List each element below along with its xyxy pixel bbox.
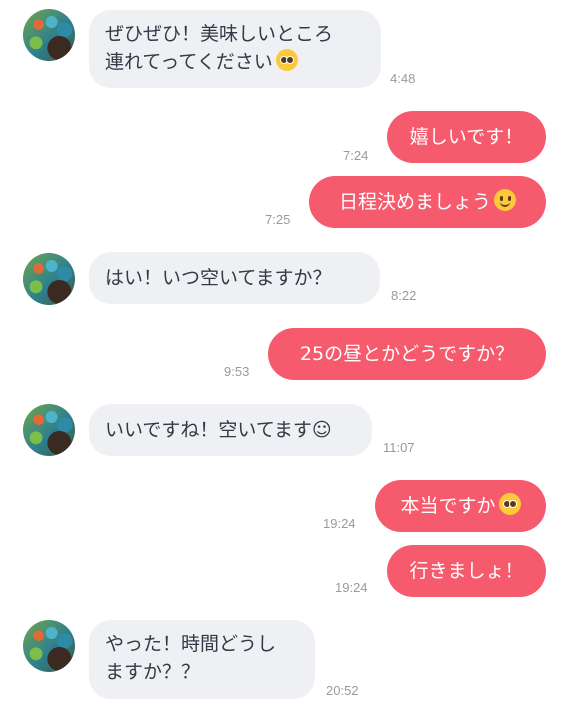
timestamp: 19:24 bbox=[335, 580, 368, 595]
timestamp: 7:25 bbox=[265, 212, 291, 227]
message-text: 25の昼とかどうですか？ bbox=[299, 343, 515, 365]
message-bubble-outgoing[interactable]: 嬉しいです！ bbox=[387, 111, 546, 163]
avatar[interactable] bbox=[23, 620, 75, 672]
message-bubble-outgoing[interactable]: 日程決めましょう bbox=[309, 176, 546, 228]
avatar[interactable] bbox=[23, 9, 75, 61]
timestamp: 8:22 bbox=[391, 288, 417, 303]
message-text: 連れてってください bbox=[105, 51, 273, 73]
message-text: 本当ですか bbox=[400, 495, 496, 517]
message-text: いいですね！空いてます☺︎ bbox=[105, 419, 332, 441]
message-text: やった！時間どうし bbox=[105, 633, 277, 655]
message-text: 行きましょ！ bbox=[409, 560, 524, 582]
timestamp: 7:24 bbox=[343, 148, 369, 163]
message-text: 日程決めましょう bbox=[338, 191, 491, 213]
smiling-face-emoji-icon bbox=[494, 189, 516, 211]
message-text: 嬉しいです！ bbox=[409, 126, 524, 148]
message-bubble-incoming[interactable]: ぜひぜひ！美味しいところ 連れてってください bbox=[89, 10, 381, 88]
avatar[interactable] bbox=[23, 253, 75, 305]
message-bubble-incoming[interactable]: はい！いつ空いてますか？ bbox=[89, 252, 380, 304]
pleading-face-emoji-icon bbox=[275, 49, 298, 71]
pleading-face-emoji-icon bbox=[498, 493, 521, 515]
timestamp: 4:48 bbox=[390, 71, 416, 86]
message-bubble-outgoing[interactable]: 25の昼とかどうですか？ bbox=[268, 328, 546, 380]
message-text: はい！いつ空いてますか？ bbox=[105, 267, 332, 289]
message-bubble-outgoing[interactable]: 本当ですか bbox=[375, 480, 546, 532]
message-bubble-incoming[interactable]: やった！時間どうし ますか？？ bbox=[89, 620, 315, 699]
timestamp: 20:52 bbox=[326, 683, 359, 698]
message-text: ますか？？ bbox=[105, 661, 201, 683]
timestamp: 19:24 bbox=[323, 516, 356, 531]
avatar[interactable] bbox=[23, 404, 75, 456]
timestamp: 9:53 bbox=[224, 364, 250, 379]
message-text: ぜひぜひ！美味しいところ bbox=[105, 23, 334, 45]
timestamp: 11:07 bbox=[383, 440, 415, 455]
message-bubble-incoming[interactable]: いいですね！空いてます☺︎ bbox=[89, 404, 372, 456]
message-bubble-outgoing[interactable]: 行きましょ！ bbox=[387, 545, 546, 597]
